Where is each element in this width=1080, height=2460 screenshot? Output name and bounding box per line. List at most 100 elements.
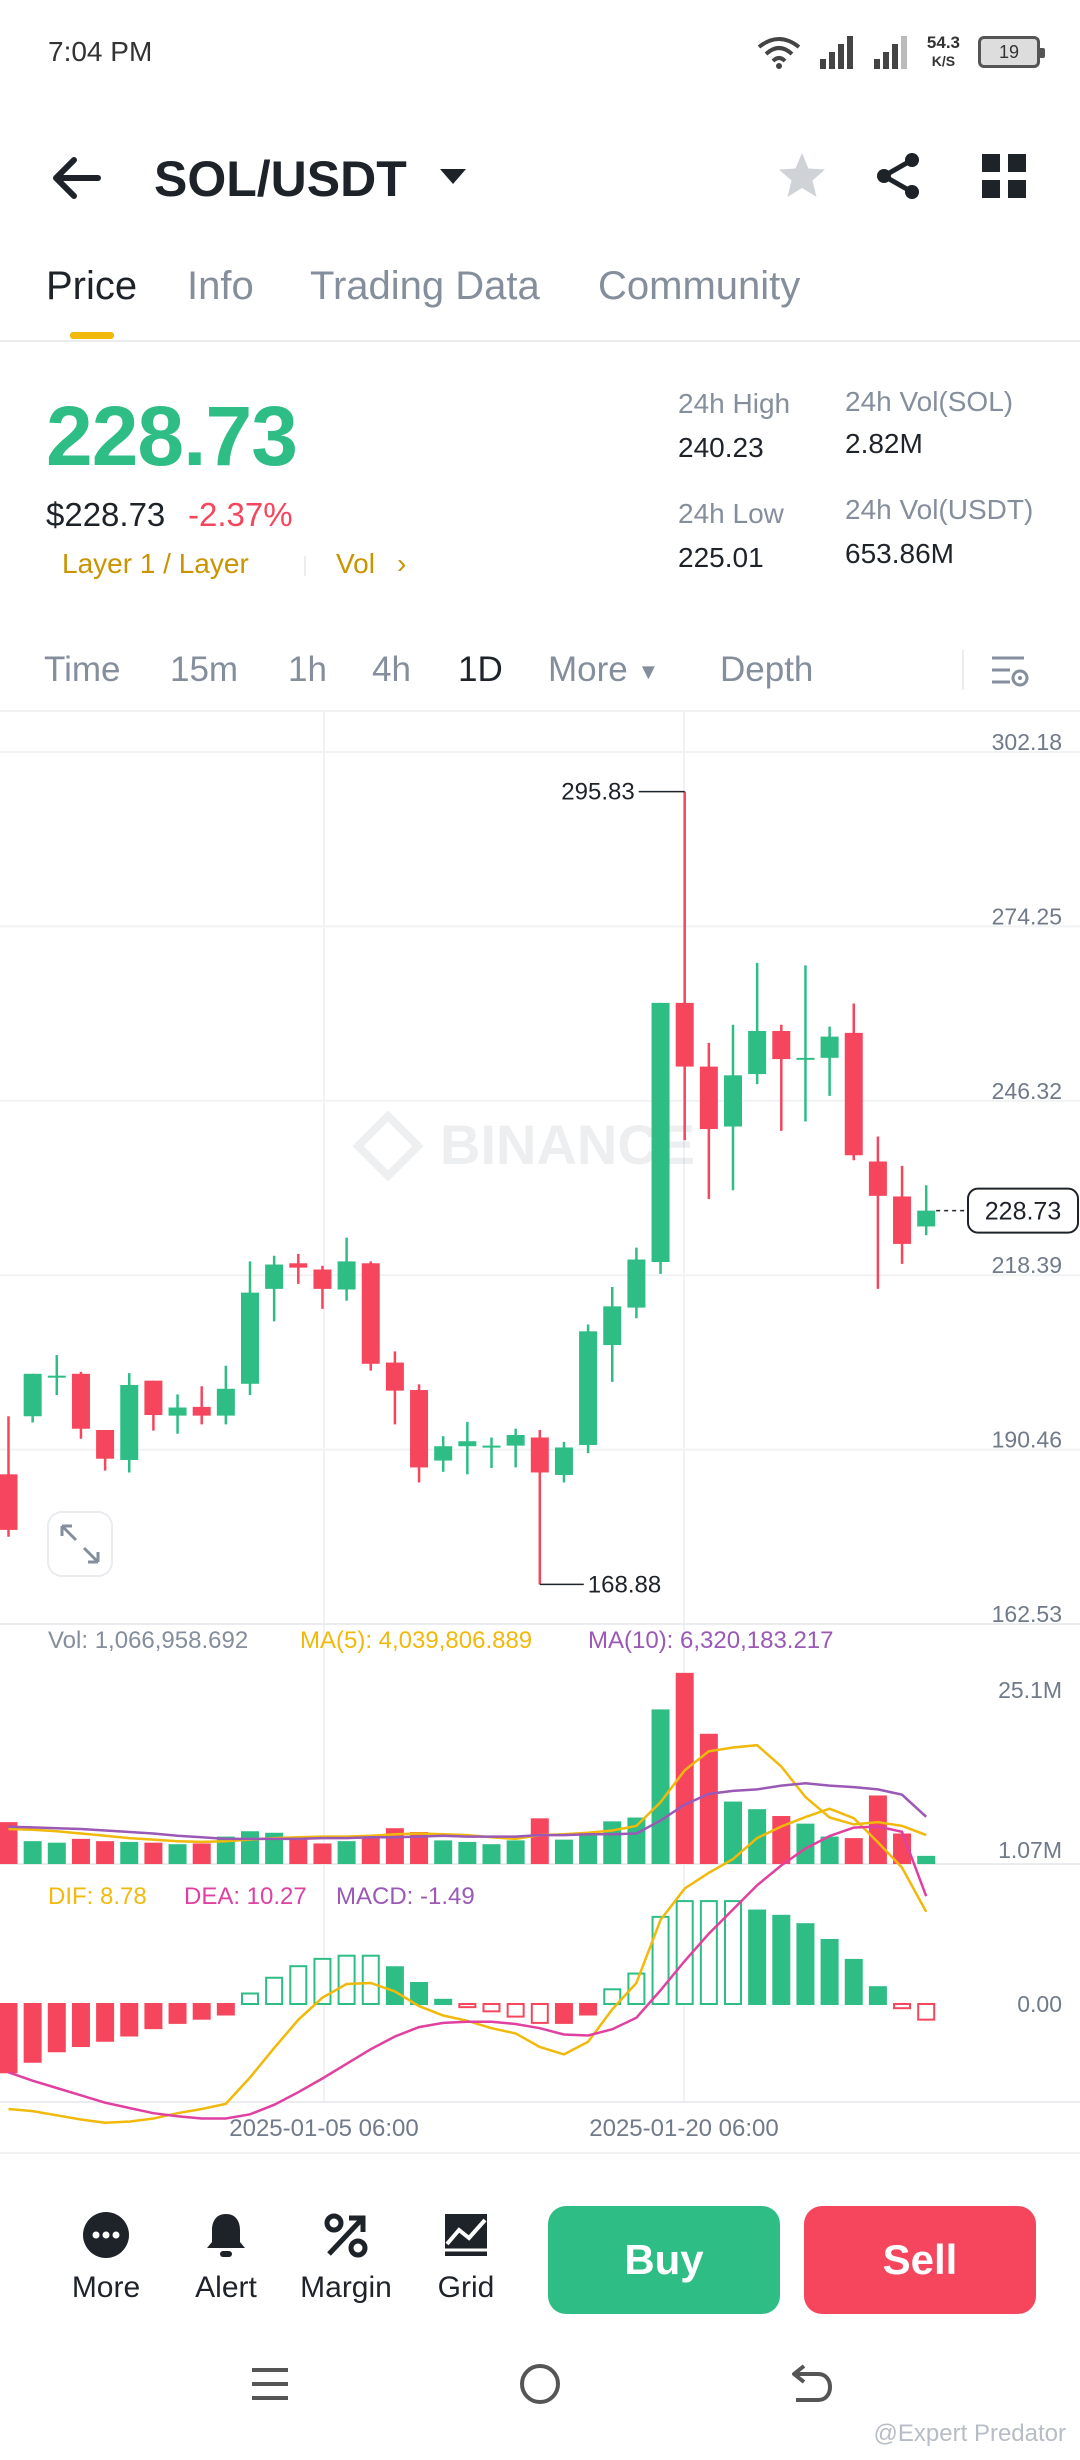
interval-1d[interactable]: 1D <box>458 650 503 690</box>
volume-bar <box>289 1838 308 1864</box>
tag-divider <box>304 556 306 576</box>
grid-menu-icon[interactable] <box>980 152 1028 200</box>
candle-body <box>337 1261 356 1290</box>
low-label: 24h Low <box>678 498 784 529</box>
candle-body <box>699 1066 718 1130</box>
macd-histogram-bar <box>675 1900 694 2005</box>
tab-bar: Price Info Trading Data Community <box>0 250 1080 342</box>
volume-bar <box>337 1841 356 1864</box>
share-icon[interactable] <box>872 150 924 202</box>
candle-body <box>796 1057 815 1060</box>
candle-body <box>844 1032 863 1156</box>
recent-apps-icon[interactable] <box>248 2362 292 2406</box>
back-arrow-icon[interactable] <box>48 150 104 206</box>
tab-community[interactable]: Community <box>598 264 800 309</box>
macd-histogram-bar <box>579 2003 598 2016</box>
margin-button[interactable]: Margin <box>296 2210 396 2305</box>
tab-trading-data[interactable]: Trading Data <box>310 264 540 309</box>
candle-body <box>144 1380 163 1416</box>
candle-body <box>917 1210 936 1227</box>
macd-histogram-bar <box>410 1982 429 2005</box>
candle-body <box>313 1269 332 1289</box>
vol-sol-value: 2.82M <box>845 428 923 459</box>
tab-price[interactable]: Price <box>46 264 137 309</box>
interval-more[interactable]: More ▼ <box>548 650 659 690</box>
more-button[interactable]: More <box>56 2210 156 2305</box>
time-axis-label: 2025-01-05 06:00 <box>229 2115 419 2142</box>
volume-bar <box>651 1709 670 1864</box>
alert-button[interactable]: Alert <box>176 2210 276 2305</box>
candle-body <box>675 1002 694 1067</box>
margin-percent-icon <box>324 2213 368 2258</box>
home-icon[interactable] <box>516 2360 564 2408</box>
candle-body <box>410 1390 429 1468</box>
star-icon[interactable] <box>776 150 828 202</box>
macd-histogram-bar <box>699 1900 718 2005</box>
volume-bar <box>820 1836 839 1864</box>
low-value: 225.01 <box>678 542 764 573</box>
grid-bot-icon <box>445 2214 487 2256</box>
category-tag[interactable]: Layer 1 / Layer <box>62 548 249 580</box>
candle-body <box>868 1161 887 1196</box>
candle-body <box>168 1407 187 1416</box>
volume-bar <box>579 1832 598 1864</box>
interval-time[interactable]: Time <box>44 650 120 690</box>
candle-body <box>96 1429 115 1459</box>
caret-down-icon[interactable] <box>438 160 468 190</box>
macd-histogram-bar <box>241 1992 259 2005</box>
pair-title[interactable]: SOL/USDT <box>154 150 407 208</box>
vol-tag[interactable]: Vol › <box>336 548 406 580</box>
macd-histogram-bar <box>385 1966 404 2005</box>
signal-icon-2 <box>873 36 907 69</box>
candle-body <box>651 1002 670 1263</box>
macd-histogram-bar <box>71 2003 90 2047</box>
vol-sol-label: 24h Vol(SOL) <box>845 386 1014 417</box>
chart-settings-icon[interactable] <box>990 650 1030 690</box>
expand-chart-button[interactable] <box>47 1511 113 1577</box>
volume-axis-label: 1.07M <box>998 1837 1062 1863</box>
high-label: 24h High <box>678 388 791 419</box>
candle-body <box>361 1263 380 1364</box>
macd-histogram-bar <box>192 2003 211 2020</box>
candle-body <box>458 1441 477 1447</box>
interval-depth[interactable]: Depth <box>720 650 813 690</box>
margin-label: Margin <box>300 2271 392 2304</box>
status-bar: 7:04 PM 54.3 K/S 19 <box>0 0 1080 110</box>
macd-histogram-bar <box>820 1938 839 2005</box>
candlestick-chart[interactable]: BINANCE 302.18 274.25 246.32 218.39 190.46 16… <box>0 712 1080 2152</box>
volume-ma5-label: MA(5): 4,039,806.889 <box>300 1627 532 1654</box>
candle-body <box>385 1362 404 1391</box>
sell-button[interactable]: Sell <box>804 2206 1036 2314</box>
candle-body <box>289 1263 308 1268</box>
dif-label: DIF: 8.78 <box>48 1883 147 1910</box>
interval-bar: Time 15m 1h 4h 1D More ▼ Depth <box>0 640 1080 712</box>
buy-button[interactable]: Buy <box>548 2206 780 2314</box>
candle-body <box>579 1331 598 1445</box>
macd-histogram-bar <box>289 1965 308 2005</box>
interval-15m[interactable]: 15m <box>170 650 238 690</box>
interval-4h[interactable]: 4h <box>372 650 411 690</box>
volume-bar <box>458 1841 477 1864</box>
volume-bar <box>168 1844 187 1864</box>
status-icons: 54.3 K/S 19 <box>757 30 1045 74</box>
volume-bar <box>506 1840 525 1864</box>
volume-bar <box>554 1839 573 1864</box>
macd-histogram-bar <box>458 2003 477 2009</box>
volume-bar <box>434 1840 453 1864</box>
interval-1h[interactable]: 1h <box>288 650 327 690</box>
volume-bar <box>699 1733 718 1864</box>
tab-info[interactable]: Info <box>187 264 254 309</box>
macd-histogram-bar <box>265 1976 284 2005</box>
dea-label: DEA: 10.27 <box>184 1883 307 1910</box>
vol-usdt-value: 653.86M <box>845 538 954 569</box>
macd-histogram-bar <box>748 1909 767 2006</box>
back-nav-icon[interactable] <box>786 2362 834 2406</box>
volume-bar <box>748 1809 767 1864</box>
macd-label: MACD: -1.49 <box>336 1883 475 1910</box>
grid-button[interactable]: Grid <box>416 2210 516 2305</box>
header: SOL/USDT <box>0 130 1080 220</box>
macd-histogram-bar <box>772 1914 791 2006</box>
grid-label: Grid <box>437 2271 495 2304</box>
price-axis-label: 190.46 <box>992 1427 1062 1453</box>
candle-body <box>434 1446 453 1461</box>
